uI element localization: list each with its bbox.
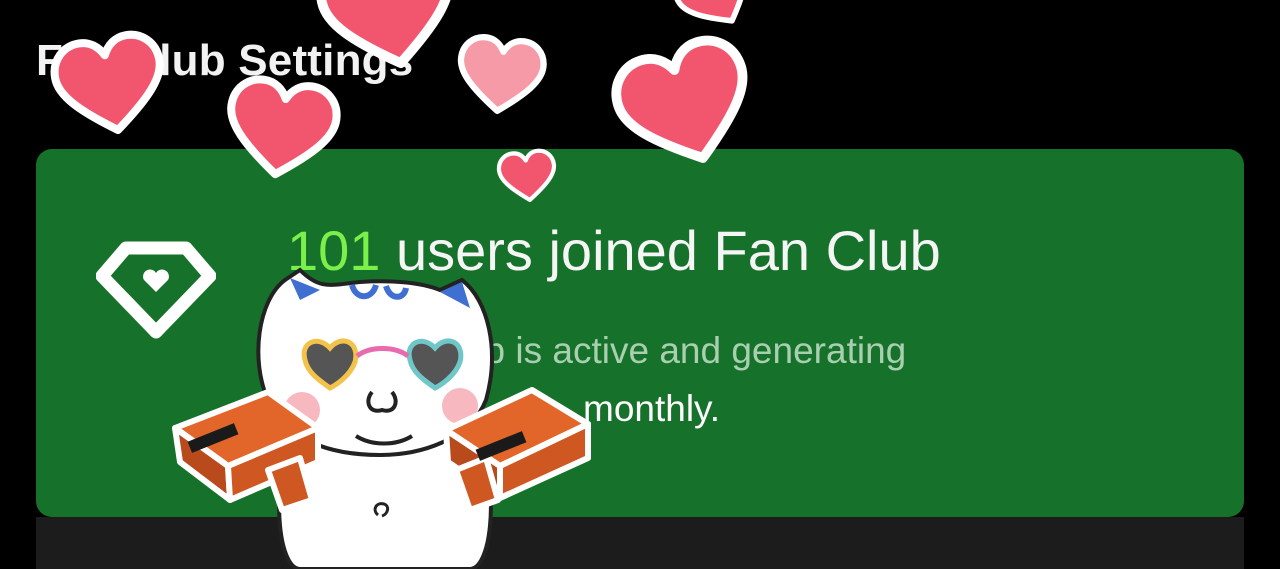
members-joined-headline: 101 users joined Fan Club (287, 218, 941, 283)
description-line-2: monthly. (583, 388, 721, 429)
member-count: 101 (287, 219, 381, 282)
heart-icon (456, 35, 546, 115)
page-title: Fan Club Settings (36, 36, 414, 85)
status-description: Fan Club is active and generating monthl… (355, 322, 1115, 438)
headline-text: users joined Fan Club (380, 219, 941, 282)
diamond-heart-badge-icon (96, 241, 216, 339)
heart-icon (668, 0, 764, 39)
description-line-1: Fan Club is active and generating (355, 330, 907, 371)
card-footer-bar[interactable] (36, 517, 1244, 569)
